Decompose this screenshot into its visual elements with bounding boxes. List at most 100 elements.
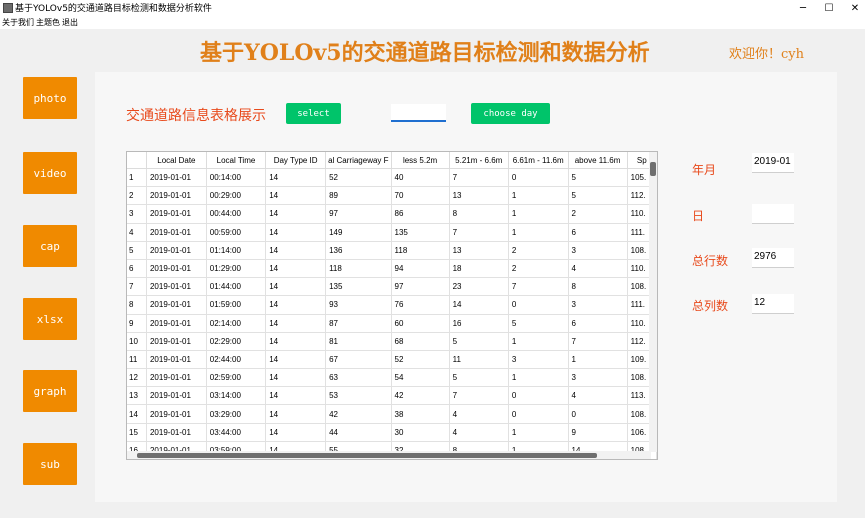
table-cell[interactable]: 14 <box>265 314 327 333</box>
table-row[interactable]: 10 2019-01-01 02:29:00 14 81 68 5 1 7 112. <box>127 332 657 351</box>
column-header[interactable]: 5.21m - 6.6m <box>449 152 509 169</box>
table-cell[interactable]: 14 <box>265 223 327 242</box>
column-header[interactable]: al Carriageway F <box>325 152 392 169</box>
table-cell[interactable]: 135 <box>391 223 450 242</box>
table-row[interactable]: 9 2019-01-01 02:14:00 14 87 60 16 5 6 110. <box>127 314 657 333</box>
table-cell[interactable]: 14 <box>265 332 327 351</box>
row-number-cell[interactable]: 5 <box>127 241 147 260</box>
table-cell[interactable]: 94 <box>391 259 450 279</box>
table-cell[interactable]: 3 <box>508 350 569 370</box>
table-cell[interactable]: 01:59:00 <box>206 295 267 315</box>
table-cell[interactable]: 4 <box>449 423 509 442</box>
table-cell[interactable]: 14 <box>265 295 327 315</box>
table-row[interactable]: 3 2019-01-01 00:44:00 14 97 86 8 1 2 110. <box>127 204 657 224</box>
table-cell[interactable]: 118 <box>325 259 392 279</box>
table-cell[interactable]: 9 <box>568 423 628 442</box>
cap-button[interactable]: cap <box>23 225 77 267</box>
table-cell[interactable]: 14 <box>265 168 327 188</box>
table-cell[interactable]: 0 <box>508 386 569 406</box>
table-cell[interactable]: 67 <box>325 350 392 370</box>
sub-button[interactable]: sub <box>23 443 77 485</box>
table-cell[interactable]: 6 <box>568 223 628 242</box>
row-count-field[interactable]: 2976 <box>752 248 794 268</box>
table-cell[interactable]: 2 <box>508 259 569 279</box>
table-cell[interactable]: 1 <box>508 186 569 206</box>
table-cell[interactable]: 136 <box>325 241 392 260</box>
row-number-cell[interactable]: 14 <box>127 404 147 424</box>
table-cell[interactable]: 1 <box>508 204 569 224</box>
xlsx-button[interactable]: xlsx <box>23 298 77 340</box>
table-cell[interactable]: 5 <box>568 186 628 206</box>
data-table[interactable]: Local Date Local Time Day Type ID al Carria… <box>126 151 658 460</box>
table-cell[interactable]: 03:14:00 <box>206 386 267 406</box>
table-cell[interactable]: 44 <box>325 423 392 442</box>
horizontal-scrollbar[interactable] <box>127 451 651 459</box>
table-cell[interactable]: 60 <box>391 314 450 333</box>
table-cell[interactable]: 118 <box>391 241 450 260</box>
table-cell[interactable]: 14 <box>265 423 327 442</box>
table-cell[interactable]: 02:14:00 <box>206 314 267 333</box>
table-cell[interactable]: 2019-01-01 <box>146 386 207 406</box>
table-cell[interactable]: 14 <box>265 350 327 370</box>
table-cell[interactable]: 93 <box>325 295 392 315</box>
row-number-cell[interactable]: 8 <box>127 295 147 315</box>
day-input[interactable] <box>391 104 446 122</box>
table-cell[interactable]: 11 <box>449 350 509 370</box>
table-cell[interactable]: 53 <box>325 386 392 406</box>
table-cell[interactable]: 5 <box>449 332 509 351</box>
table-cell[interactable]: 2 <box>568 204 628 224</box>
table-cell[interactable]: 2019-01-01 <box>146 168 207 188</box>
table-cell[interactable]: 1 <box>508 368 569 388</box>
table-cell[interactable]: 14 <box>265 241 327 260</box>
table-cell[interactable]: 4 <box>568 259 628 279</box>
close-button[interactable]: ✕ <box>838 0 865 16</box>
table-cell[interactable]: 3 <box>568 241 628 260</box>
row-number-cell[interactable]: 7 <box>127 277 147 297</box>
table-row[interactable]: 13 2019-01-01 03:14:00 14 53 42 7 0 4 113. <box>127 386 657 406</box>
table-cell[interactable]: 00:44:00 <box>206 204 267 224</box>
table-cell[interactable]: 2019-01-01 <box>146 186 207 206</box>
table-cell[interactable]: 76 <box>391 295 450 315</box>
column-header[interactable]: Day Type ID <box>265 152 327 169</box>
photo-button[interactable]: photo <box>23 77 77 119</box>
table-cell[interactable]: 7 <box>449 168 509 188</box>
table-cell[interactable]: 5 <box>449 368 509 388</box>
table-cell[interactable]: 00:14:00 <box>206 168 267 188</box>
table-row[interactable]: 11 2019-01-01 02:44:00 14 67 52 11 3 1 109. <box>127 350 657 370</box>
table-cell[interactable]: 01:29:00 <box>206 259 267 279</box>
table-cell[interactable]: 2019-01-01 <box>146 277 207 297</box>
table-cell[interactable]: 42 <box>391 386 450 406</box>
table-cell[interactable]: 5 <box>508 314 569 333</box>
video-button[interactable]: video <box>23 152 77 194</box>
menu-exit[interactable]: 退出 <box>62 17 78 28</box>
table-cell[interactable]: 14 <box>265 259 327 279</box>
table-cell[interactable]: 2019-01-01 <box>146 332 207 351</box>
table-cell[interactable]: 23 <box>449 277 509 297</box>
table-cell[interactable]: 4 <box>449 404 509 424</box>
column-header[interactable]: Local Time <box>206 152 267 169</box>
table-cell[interactable]: 03:44:00 <box>206 423 267 442</box>
table-cell[interactable]: 00:29:00 <box>206 186 267 206</box>
table-cell[interactable]: 1 <box>508 423 569 442</box>
table-cell[interactable]: 2019-01-01 <box>146 241 207 260</box>
year-month-field[interactable]: 2019-01 <box>752 153 794 173</box>
table-cell[interactable]: 6 <box>568 314 628 333</box>
table-cell[interactable]: 14 <box>265 368 327 388</box>
table-cell[interactable]: 02:29:00 <box>206 332 267 351</box>
table-cell[interactable]: 13 <box>449 186 509 206</box>
column-header[interactable]: Local Date <box>146 152 207 169</box>
table-cell[interactable]: 149 <box>325 223 392 242</box>
table-cell[interactable]: 16 <box>449 314 509 333</box>
row-number-cell[interactable]: 2 <box>127 186 147 206</box>
row-number-cell[interactable]: 3 <box>127 204 147 224</box>
table-cell[interactable]: 87 <box>325 314 392 333</box>
table-cell[interactable]: 70 <box>391 186 450 206</box>
table-cell[interactable]: 2019-01-01 <box>146 223 207 242</box>
vertical-scrollbar[interactable] <box>649 152 657 452</box>
table-cell[interactable]: 2 <box>508 241 569 260</box>
table-cell[interactable]: 13 <box>449 241 509 260</box>
table-cell[interactable]: 02:59:00 <box>206 368 267 388</box>
table-row[interactable]: 15 2019-01-01 03:44:00 14 44 30 4 1 9 106. <box>127 423 657 442</box>
table-cell[interactable]: 0 <box>508 168 569 188</box>
table-cell[interactable]: 5 <box>568 168 628 188</box>
